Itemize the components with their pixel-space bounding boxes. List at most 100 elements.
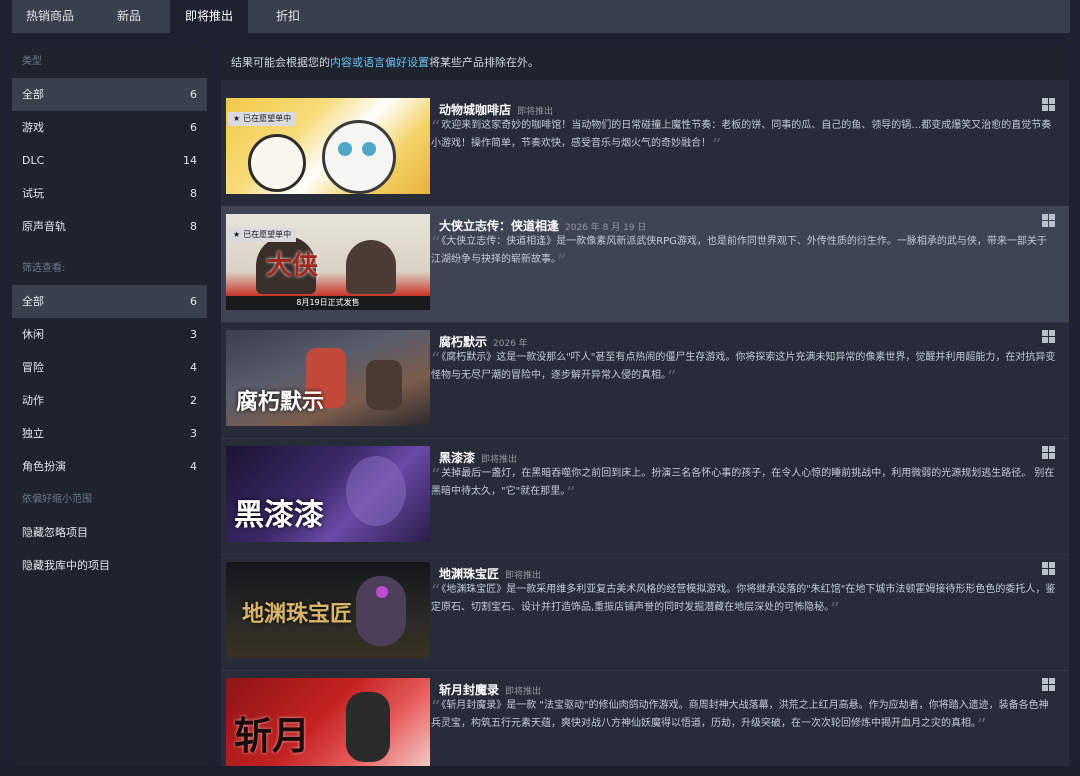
capsule-logo-text: 黑漆漆: [234, 498, 324, 533]
description-text: 关掉最后一盏灯，在黑暗吞噬你之前回到床上。扮演三名各怀心事的孩子，在令人心惊的睡…: [431, 468, 1055, 497]
quote-close-icon: ”: [830, 599, 840, 620]
hide-owned-item[interactable]: 隐藏我库中的项目: [12, 549, 207, 582]
game-row[interactable]: 大侠 8月19日正式发售 ★ 已在愿望单中 大侠立志传：侠道相逢 2026 年 8 …: [221, 206, 1069, 323]
type-item-label: 原声音轨: [22, 220, 66, 233]
windows-icon: [1042, 678, 1055, 691]
pref-item-label: 隐藏我库中的项目: [22, 559, 110, 572]
tab-specials[interactable]: 折扣: [248, 0, 328, 33]
quote-open-icon: “: [431, 465, 441, 486]
description-text: 《大侠立志传：侠道相逢》是一款像素风新派武侠RPG游戏，也是前作同世界观下、外传…: [431, 236, 1047, 265]
filter-item-label: 全部: [22, 295, 44, 308]
game-description: “《大侠立志传：侠道相逢》是一款像素风新派武侠RPG游戏，也是前作同世界观下、外…: [431, 231, 1056, 271]
description-text: 《地渊珠宝匠》是一款采用维多利亚复古美术风格的经营模拟游戏。你将继承没落的"朱红…: [431, 584, 1056, 613]
notice-prefix: 结果可能会根据您的: [231, 56, 330, 69]
wishlist-badge: ★ 已在愿望单中: [228, 228, 297, 242]
content-preferences-link[interactable]: 内容或语言偏好设置: [330, 56, 429, 69]
pref-item-label: 隐藏忽略项目: [22, 526, 88, 539]
filter-item-all[interactable]: 全部 6: [12, 285, 207, 318]
hide-ignored-item[interactable]: 隐藏忽略项目: [12, 516, 207, 549]
filter-item-label: 冒险: [22, 361, 44, 374]
game-description: “《地渊珠宝匠》是一款采用维多利亚复古美术风格的经营模拟游戏。你将继承没落的"朱…: [431, 579, 1056, 619]
quote-close-icon: ”: [557, 251, 567, 272]
game-capsule-image[interactable]: 黑漆漆: [226, 446, 430, 542]
game-row[interactable]: 地渊珠宝匠 地渊珠宝匠 即将推出 “《地渊珠宝匠》是一款采用维多利亚复古美术风格的…: [221, 554, 1069, 671]
wishlist-text: 已在愿望单中: [243, 230, 292, 239]
type-item-soundtracks[interactable]: 原声音轨 8: [12, 210, 207, 243]
bottom-bar: [0, 766, 1080, 776]
description-text: 《腐朽默示》这是一款没那么"吓人"甚至有点热闹的僵尸生存游戏。你将探索这片充满未…: [431, 352, 1056, 381]
type-item-count: 8: [190, 187, 197, 200]
filter-item-count: 4: [190, 361, 197, 374]
type-item-count: 14: [183, 154, 197, 167]
type-item-games[interactable]: 游戏 6: [12, 111, 207, 144]
filter-item-count: 6: [190, 295, 197, 308]
game-description: “《腐朽默示》这是一款没那么"吓人"甚至有点热闹的僵尸生存游戏。你将探索这片充满…: [431, 347, 1056, 387]
quote-open-icon: “: [431, 117, 441, 138]
filter-item-label: 角色扮演: [22, 460, 66, 473]
star-icon: ★: [233, 230, 241, 239]
game-row[interactable]: 腐朽默示 腐朽默示 2026 年 “《腐朽默示》这是一款没那么"吓人"甚至有点热闹…: [221, 322, 1069, 439]
game-description: “《斩月封魔录》是一款 "法宝驱动"的修仙肉鸽动作游戏。商周封神大战落幕，洪荒之…: [431, 695, 1056, 735]
preference-header: 依偏好缩小范围: [22, 494, 92, 505]
filter-item-label: 独立: [22, 427, 44, 440]
results-panel: 结果可能会根据您的内容或语言偏好设置将某些产品排除在外。 ★ 已在愿望单中 动物城…: [221, 45, 1069, 766]
game-row[interactable]: 斩月 斩月封魔录 即将推出 “《斩月封魔录》是一款 "法宝驱动"的修仙肉鸽动作游戏…: [221, 670, 1069, 766]
quote-close-icon: ”: [566, 483, 576, 504]
quote-close-icon: ”: [977, 715, 987, 736]
game-description: “关掉最后一盏灯，在黑暗吞噬你之前回到床上。扮演三名各怀心事的孩子，在令人心惊的…: [431, 463, 1056, 503]
type-item-count: 6: [190, 121, 197, 134]
tab-upcoming[interactable]: 即将推出: [170, 0, 248, 33]
type-item-count: 8: [190, 220, 197, 233]
windows-icon: [1042, 98, 1055, 111]
game-description: “欢迎来到这家奇妙的咖啡馆！当动物们的日常碰撞上魔性节奏：老板的饼、同事的瓜、自…: [431, 115, 1056, 155]
store-window: 热销商品 新品 即将推出 折扣 类型 全部 6 游戏 6 DLC 14 试玩 8…: [0, 0, 1080, 776]
tab-bar: 热销商品 新品 即将推出 折扣: [12, 0, 1070, 33]
tab-new-releases[interactable]: 新品: [88, 0, 170, 33]
game-capsule-image[interactable]: 腐朽默示: [226, 330, 430, 426]
game-row[interactable]: 黑漆漆 黑漆漆 即将推出 “关掉最后一盏灯，在黑暗吞噬你之前回到床上。扮演三名各怀…: [221, 438, 1069, 555]
game-capsule-image[interactable]: ★ 已在愿望单中: [226, 98, 430, 194]
windows-icon: [1042, 330, 1055, 343]
game-capsule-image[interactable]: 地渊珠宝匠: [226, 562, 430, 658]
filter-item-rpg[interactable]: 角色扮演 4: [12, 450, 207, 483]
capsule-logo-text: 地渊珠宝匠: [242, 601, 353, 627]
filter-item-count: 4: [190, 460, 197, 473]
game-row[interactable]: ★ 已在愿望单中 动物城咖啡店 即将推出 “欢迎来到这家奇妙的咖啡馆！当动物们的日常…: [221, 90, 1069, 207]
type-item-count: 6: [190, 88, 197, 101]
filter-item-count: 3: [190, 427, 197, 440]
quote-open-icon: “: [431, 581, 441, 602]
game-capsule-image[interactable]: 斩月: [226, 678, 430, 766]
description-text: 欢迎来到这家奇妙的咖啡馆！当动物们的日常碰撞上魔性节奏：老板的饼、同事的瓜、自己…: [431, 120, 1052, 149]
capsule-logo-text: 大侠: [266, 251, 319, 281]
release-banner: 8月19日正式发售: [226, 296, 430, 310]
filter-item-indie[interactable]: 独立 3: [12, 417, 207, 450]
preference-notice: 结果可能会根据您的内容或语言偏好设置将某些产品排除在外。: [221, 45, 1069, 80]
type-item-dlc[interactable]: DLC 14: [12, 144, 207, 177]
type-item-demos[interactable]: 试玩 8: [12, 177, 207, 210]
windows-icon: [1042, 214, 1055, 227]
tab-top-sellers[interactable]: 热销商品: [12, 0, 88, 33]
type-item-label: 试玩: [22, 187, 44, 200]
wishlist-text: 已在愿望单中: [243, 114, 292, 123]
filter-sidebar: 类型 全部 6 游戏 6 DLC 14 试玩 8 原声音轨 8 筛选查看: 全部…: [12, 45, 207, 766]
filter-item-label: 休闲: [22, 328, 44, 341]
filter-item-casual[interactable]: 休闲 3: [12, 318, 207, 351]
quote-open-icon: “: [431, 697, 441, 718]
game-capsule-image[interactable]: 大侠 8月19日正式发售 ★ 已在愿望单中: [226, 214, 430, 310]
capsule-logo-text: 斩月: [234, 713, 311, 758]
wishlist-badge: ★ 已在愿望单中: [228, 112, 297, 126]
type-item-label: 游戏: [22, 121, 44, 134]
quote-open-icon: “: [431, 349, 441, 370]
filter-item-count: 2: [190, 394, 197, 407]
capsule-logo-text: 腐朽默示: [236, 389, 325, 415]
filter-item-label: 动作: [22, 394, 44, 407]
type-item-all[interactable]: 全部 6: [12, 78, 207, 111]
quote-close-icon: ”: [712, 135, 722, 156]
filter-item-count: 3: [190, 328, 197, 341]
filter-item-action[interactable]: 动作 2: [12, 384, 207, 417]
type-item-label: 全部: [22, 88, 44, 101]
quote-open-icon: “: [431, 233, 441, 254]
filter-item-adventure[interactable]: 冒险 4: [12, 351, 207, 384]
filter-header: 筛选查看:: [22, 263, 66, 274]
quote-close-icon: ”: [667, 367, 677, 388]
